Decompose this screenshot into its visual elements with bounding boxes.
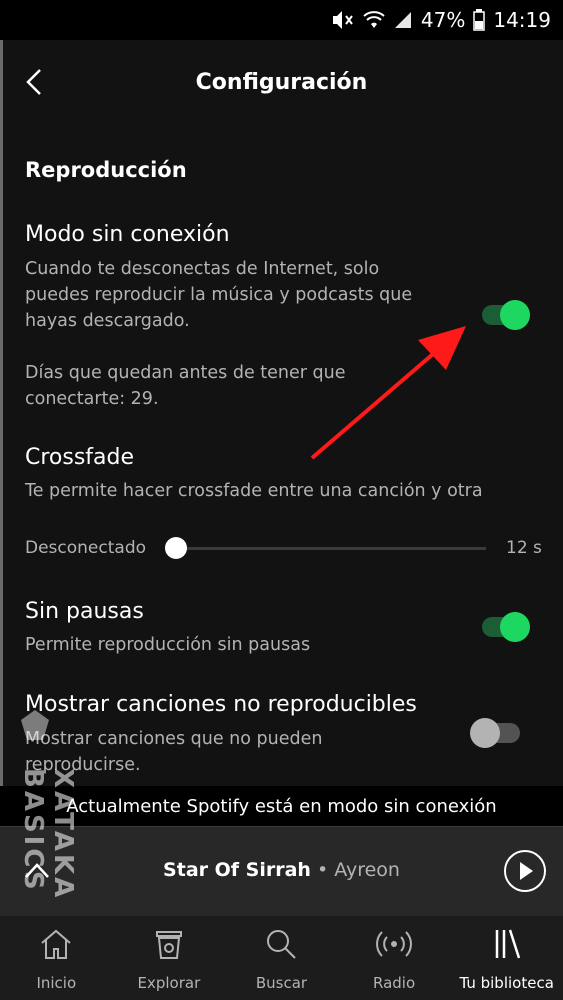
- play-icon[interactable]: [503, 849, 547, 893]
- crossfade-min-label: Desconectado: [25, 538, 147, 558]
- annotation-arrow: [310, 326, 466, 460]
- offline-mode-desc-2: puedes reproducir la música y podcasts q…: [25, 285, 413, 305]
- nav-label: Radio: [373, 974, 416, 992]
- toggle-knob: [500, 612, 530, 642]
- nav-item-buscar[interactable]: Buscar: [225, 916, 338, 1000]
- nav-label: Tu biblioteca: [459, 974, 554, 992]
- status-bar: 47% 14:19: [0, 0, 563, 40]
- toggle-knob: [470, 718, 500, 748]
- crossfade-slider-thumb[interactable]: [165, 537, 187, 559]
- track-info[interactable]: Star Of Sirrah • Ayreon: [0, 859, 563, 881]
- offline-days-1: Días que quedan antes de tener que: [25, 363, 346, 383]
- offline-mode-title: Modo sin conexión: [25, 222, 230, 247]
- home-icon: [41, 929, 71, 959]
- nav-label: Inicio: [36, 974, 77, 992]
- bottom-nav: Inicio Explorar Buscar Radio Tu bibliote…: [0, 916, 563, 1000]
- crossfade-max-label: 12 s: [506, 538, 542, 558]
- nav-item-explorar[interactable]: Explorar: [113, 916, 226, 1000]
- battery-icon: [473, 9, 486, 31]
- offline-mode-toggle[interactable]: [480, 298, 532, 332]
- signal-icon: [393, 10, 413, 30]
- mute-icon: [331, 9, 355, 31]
- nav-item-inicio[interactable]: Inicio: [0, 916, 113, 1000]
- radio-icon: [376, 931, 413, 957]
- gapless-desc: Permite reproducción sin pausas: [25, 635, 311, 655]
- offline-mode-desc-3: hayas descargado.: [25, 311, 190, 331]
- library-icon: [495, 929, 520, 959]
- track-title: Star Of Sirrah: [163, 859, 311, 881]
- battery-percent: 47%: [420, 8, 466, 32]
- crossfade-title: Crossfade: [25, 445, 135, 470]
- toggle-knob: [500, 300, 530, 330]
- nav-item-radio[interactable]: Radio: [338, 916, 451, 1000]
- unplayable-title: Mostrar canciones no reproducibles: [25, 692, 417, 717]
- unplayable-toggle[interactable]: [470, 716, 522, 750]
- unplayable-desc-1: Mostrar canciones que no pueden: [25, 729, 323, 749]
- offline-banner: Actualmente Spotify está en modo sin con…: [0, 786, 563, 826]
- offline-days-2: conectarte: 29.: [25, 389, 159, 409]
- search-icon: [267, 930, 297, 959]
- browse-icon: [155, 931, 182, 959]
- app-bar: Configuración: [0, 40, 563, 124]
- offline-mode-desc-1: Cuando te desconectas de Internet, solo: [25, 259, 380, 279]
- track-artist: Ayreon: [334, 859, 400, 881]
- crossfade-slider-track[interactable]: [186, 547, 486, 550]
- crossfade-desc: Te permite hacer crossfade entre una can…: [25, 481, 483, 501]
- nav-label: Explorar: [137, 974, 201, 992]
- page-title: Configuración: [195, 69, 368, 95]
- nav-item-tu-biblioteca[interactable]: Tu biblioteca: [450, 916, 563, 1000]
- wifi-icon: [363, 10, 385, 30]
- back-button[interactable]: [16, 64, 52, 100]
- unplayable-desc-2: reproducirse.: [25, 755, 141, 775]
- section-title: Reproducción: [25, 158, 187, 182]
- chevron-left-icon: [26, 69, 41, 95]
- nav-label: Buscar: [255, 974, 308, 992]
- offline-banner-text: Actualmente Spotify está en modo sin con…: [66, 795, 497, 817]
- gapless-toggle[interactable]: [480, 610, 532, 644]
- now-playing-bar[interactable]: Star Of Sirrah • Ayreon: [0, 826, 563, 916]
- track-separator: •: [316, 859, 329, 881]
- clock: 14:19: [493, 8, 551, 32]
- gapless-title: Sin pausas: [25, 599, 144, 624]
